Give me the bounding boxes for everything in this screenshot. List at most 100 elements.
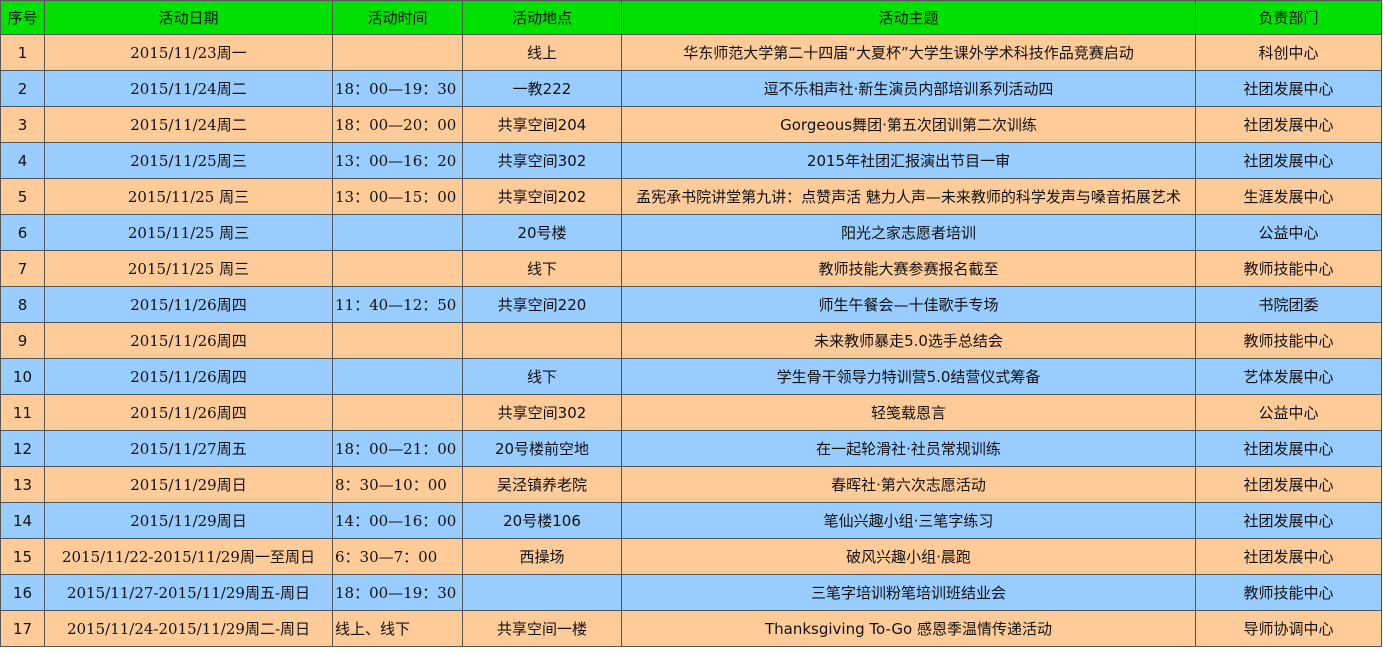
cell-dept[interactable]: 社团发展中心 <box>1195 466 1382 503</box>
cell-index[interactable]: 5 <box>0 178 45 215</box>
cell-index[interactable]: 6 <box>0 214 45 251</box>
cell-time[interactable]: 18：00—21：00 <box>332 430 463 467</box>
cell-place[interactable]: 20号楼106 <box>462 502 622 539</box>
cell-topic[interactable]: 教师技能大赛参赛报名截至 <box>621 250 1196 287</box>
cell-time[interactable] <box>332 358 463 395</box>
cell-index[interactable]: 10 <box>0 358 45 395</box>
cell-place[interactable]: 20号楼 <box>462 214 622 251</box>
cell-index[interactable]: 9 <box>0 322 45 359</box>
header-topic[interactable]: 活动主题 <box>621 0 1196 35</box>
header-date[interactable]: 活动日期 <box>44 0 333 35</box>
cell-topic[interactable]: 阳光之家志愿者培训 <box>621 214 1196 251</box>
cell-date[interactable]: 2015/11/27-2015/11/29周五-周日 <box>44 574 333 611</box>
cell-time[interactable]: 18：00—20：00 <box>332 106 463 143</box>
cell-dept[interactable]: 社团发展中心 <box>1195 70 1382 107</box>
cell-place[interactable]: 线下 <box>462 250 622 287</box>
cell-date[interactable]: 2015/11/24周二 <box>44 106 333 143</box>
cell-date[interactable]: 2015/11/23周一 <box>44 34 333 71</box>
cell-place[interactable] <box>462 574 622 611</box>
cell-dept[interactable]: 生涯发展中心 <box>1195 178 1382 215</box>
cell-index[interactable]: 3 <box>0 106 45 143</box>
cell-time[interactable]: 14：00—16：00 <box>332 502 463 539</box>
cell-place[interactable]: 线上 <box>462 34 622 71</box>
cell-dept[interactable]: 社团发展中心 <box>1195 502 1382 539</box>
cell-dept[interactable]: 社团发展中心 <box>1195 430 1382 467</box>
cell-index[interactable]: 16 <box>0 574 45 611</box>
cell-index[interactable]: 4 <box>0 142 45 179</box>
cell-topic[interactable]: 笔仙兴趣小组·三笔字练习 <box>621 502 1196 539</box>
cell-time[interactable]: 8：30—10：00 <box>332 466 463 503</box>
cell-dept[interactable]: 科创中心 <box>1195 34 1382 71</box>
cell-time[interactable] <box>332 34 463 71</box>
cell-topic[interactable]: 2015年社团汇报演出节目一审 <box>621 142 1196 179</box>
cell-place[interactable]: 共享空间302 <box>462 394 622 431</box>
cell-place[interactable]: 吴泾镇养老院 <box>462 466 622 503</box>
cell-index[interactable]: 15 <box>0 538 45 575</box>
cell-topic[interactable]: 破风兴趣小组·晨跑 <box>621 538 1196 575</box>
cell-time[interactable] <box>332 214 463 251</box>
cell-place[interactable]: 共享空间302 <box>462 142 622 179</box>
cell-time[interactable]: 6：30—7：00 <box>332 538 463 575</box>
cell-place[interactable]: 共享空间202 <box>462 178 622 215</box>
cell-dept[interactable]: 教师技能中心 <box>1195 250 1382 287</box>
cell-index[interactable]: 13 <box>0 466 45 503</box>
cell-place[interactable]: 一教222 <box>462 70 622 107</box>
cell-date[interactable]: 2015/11/25 周三 <box>44 214 333 251</box>
cell-date[interactable]: 2015/11/25 周三 <box>44 178 333 215</box>
cell-time[interactable]: 11：40—12：50 <box>332 286 463 323</box>
cell-place[interactable]: 20号楼前空地 <box>462 430 622 467</box>
cell-date[interactable]: 2015/11/22-2015/11/29周一至周日 <box>44 538 333 575</box>
cell-index[interactable]: 7 <box>0 250 45 287</box>
cell-time[interactable] <box>332 250 463 287</box>
cell-index[interactable]: 14 <box>0 502 45 539</box>
cell-time[interactable]: 18：00—19：30 <box>332 574 463 611</box>
cell-date[interactable]: 2015/11/26周四 <box>44 322 333 359</box>
cell-topic[interactable]: Gorgeous舞团·第五次团训第二次训练 <box>621 106 1196 143</box>
cell-dept[interactable]: 书院团委 <box>1195 286 1382 323</box>
cell-dept[interactable]: 社团发展中心 <box>1195 106 1382 143</box>
cell-topic[interactable]: 学生骨干领导力特训营5.0结营仪式筹备 <box>621 358 1196 395</box>
cell-dept[interactable]: 艺体发展中心 <box>1195 358 1382 395</box>
cell-topic[interactable]: 逗不乐相声社·新生演员内部培训系列活动四 <box>621 70 1196 107</box>
cell-date[interactable]: 2015/11/26周四 <box>44 286 333 323</box>
cell-date[interactable]: 2015/11/29周日 <box>44 502 333 539</box>
cell-dept[interactable]: 教师技能中心 <box>1195 322 1382 359</box>
cell-time[interactable] <box>332 322 463 359</box>
cell-index[interactable]: 11 <box>0 394 45 431</box>
cell-time[interactable] <box>332 394 463 431</box>
cell-index[interactable]: 2 <box>0 70 45 107</box>
cell-date[interactable]: 2015/11/25 周三 <box>44 250 333 287</box>
cell-dept[interactable]: 公益中心 <box>1195 394 1382 431</box>
cell-date[interactable]: 2015/11/24-2015/11/29周二-周日 <box>44 610 333 647</box>
cell-dept[interactable]: 教师技能中心 <box>1195 574 1382 611</box>
header-index[interactable]: 序号 <box>0 0 45 35</box>
cell-date[interactable]: 2015/11/27周五 <box>44 430 333 467</box>
cell-place[interactable] <box>462 322 622 359</box>
cell-topic[interactable]: 未来教师暴走5.0选手总结会 <box>621 322 1196 359</box>
cell-index[interactable]: 8 <box>0 286 45 323</box>
cell-index[interactable]: 1 <box>0 34 45 71</box>
cell-index[interactable]: 17 <box>0 610 45 647</box>
cell-date[interactable]: 2015/11/24周二 <box>44 70 333 107</box>
cell-place[interactable]: 共享空间一楼 <box>462 610 622 647</box>
cell-dept[interactable]: 社团发展中心 <box>1195 538 1382 575</box>
cell-time[interactable]: 13：00—16：20 <box>332 142 463 179</box>
cell-topic[interactable]: 在一起轮滑社·社员常规训练 <box>621 430 1196 467</box>
header-place[interactable]: 活动地点 <box>462 0 622 35</box>
header-time[interactable]: 活动时间 <box>332 0 463 35</box>
cell-dept[interactable]: 社团发展中心 <box>1195 142 1382 179</box>
cell-topic[interactable]: 孟宪承书院讲堂第九讲：点赞声活 魅力人声—未来教师的科学发声与嗓音拓展艺术 <box>621 178 1196 215</box>
cell-dept[interactable]: 导师协调中心 <box>1195 610 1382 647</box>
cell-date[interactable]: 2015/11/29周日 <box>44 466 333 503</box>
cell-time[interactable]: 13：00—15：00 <box>332 178 463 215</box>
header-dept[interactable]: 负责部门 <box>1195 0 1382 35</box>
cell-topic[interactable]: 轻笺载恩言 <box>621 394 1196 431</box>
cell-place[interactable]: 西操场 <box>462 538 622 575</box>
cell-date[interactable]: 2015/11/26周四 <box>44 358 333 395</box>
cell-date[interactable]: 2015/11/25周三 <box>44 142 333 179</box>
cell-time[interactable]: 线上、线下 <box>332 610 463 647</box>
cell-topic[interactable]: 师生午餐会—十佳歌手专场 <box>621 286 1196 323</box>
cell-time[interactable]: 18：00—19：30 <box>332 70 463 107</box>
cell-date[interactable]: 2015/11/26周四 <box>44 394 333 431</box>
cell-dept[interactable]: 公益中心 <box>1195 214 1382 251</box>
